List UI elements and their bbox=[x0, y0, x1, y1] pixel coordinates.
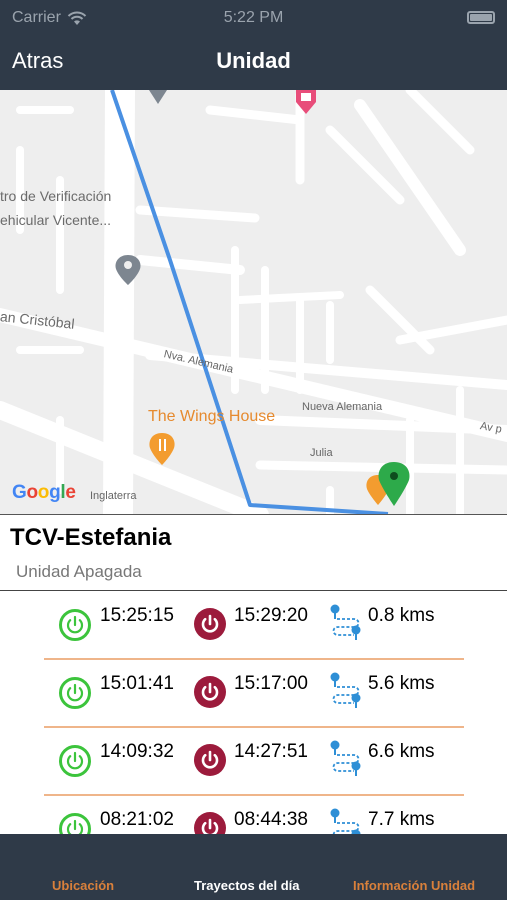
back-button[interactable]: Atras bbox=[12, 48, 63, 74]
google-logo: Google bbox=[12, 482, 76, 503]
trip-row[interactable]: 14:09:32 14:27:51 6.6 kms bbox=[44, 728, 464, 796]
trip-end-time: 14:27:51 bbox=[234, 741, 308, 762]
power-on-icon bbox=[59, 745, 91, 777]
trip-distance: 7.7 kms bbox=[368, 809, 435, 830]
trip-distance: 0.8 kms bbox=[368, 605, 435, 626]
power-on-icon bbox=[59, 609, 91, 641]
tab-bar: Ubicación Trayectos del día Información … bbox=[0, 834, 507, 900]
power-off-icon bbox=[194, 608, 226, 640]
trip-start-time: 15:25:15 bbox=[100, 605, 174, 626]
trip-start-time: 14:09:32 bbox=[100, 741, 174, 762]
power-off-icon bbox=[194, 812, 226, 834]
map-pin-top-icon bbox=[149, 90, 167, 104]
vehicle-location-pin-icon[interactable] bbox=[378, 462, 410, 506]
map-label-verificacion: tro de Verificación bbox=[0, 188, 112, 204]
map-label-julia: Julia bbox=[310, 447, 333, 459]
power-off-icon bbox=[194, 744, 226, 776]
tab-informacion[interactable]: Información Unidad bbox=[353, 878, 475, 893]
trip-start-time: 08:21:02 bbox=[100, 809, 174, 830]
restaurant-pin-icon[interactable] bbox=[149, 433, 175, 465]
tab-trayectos[interactable]: Trayectos del día bbox=[194, 878, 300, 893]
page-title: Unidad bbox=[216, 48, 291, 73]
trip-row[interactable]: 08:21:02 08:44:38 7.7 kms bbox=[44, 796, 464, 834]
trip-row[interactable]: 15:25:15 15:29:20 0.8 kms bbox=[44, 592, 464, 660]
route-icon bbox=[330, 672, 361, 708]
power-off-icon bbox=[194, 676, 226, 708]
map-label-inglaterra: Inglaterra bbox=[90, 490, 137, 502]
route-icon bbox=[330, 808, 361, 834]
route-icon bbox=[330, 740, 361, 776]
trips-list[interactable]: 15:25:15 15:29:20 0.8 kms 15:01:41 15:17… bbox=[0, 592, 507, 834]
map-label-nueva-alemania: Nueva Alemania bbox=[302, 401, 383, 413]
battery-icon bbox=[467, 11, 495, 24]
trip-end-time: 15:29:20 bbox=[234, 605, 308, 626]
trip-distance: 6.6 kms bbox=[368, 741, 435, 762]
status-bar: Carrier 5:22 PM bbox=[0, 0, 507, 36]
trip-end-time: 08:44:38 bbox=[234, 809, 308, 830]
tab-ubicacion[interactable]: Ubicación bbox=[52, 878, 114, 893]
unit-info-panel: TCV-Estefania Unidad Apagada bbox=[0, 515, 507, 591]
unit-status: Unidad Apagada bbox=[16, 562, 142, 581]
route-icon bbox=[330, 604, 361, 640]
map-view[interactable]: tro de Verificación ehicular Vicente... … bbox=[0, 90, 507, 515]
map-streets bbox=[0, 90, 507, 514]
trip-row[interactable]: 15:01:41 15:17:00 5.6 kms bbox=[44, 660, 464, 728]
map-label-wings-house: The Wings House bbox=[148, 408, 276, 425]
map-label-vehicular: ehicular Vicente... bbox=[0, 212, 112, 228]
power-on-icon bbox=[59, 677, 91, 709]
trip-start-time: 15:01:41 bbox=[100, 673, 174, 694]
power-on-icon bbox=[59, 813, 91, 834]
trip-end-time: 15:17:00 bbox=[234, 673, 308, 694]
unit-name: TCV-Estefania bbox=[10, 524, 172, 551]
trip-distance: 5.6 kms bbox=[368, 673, 435, 694]
status-time: 5:22 PM bbox=[223, 9, 284, 26]
navigation-bar: Atras Unidad bbox=[0, 36, 507, 90]
